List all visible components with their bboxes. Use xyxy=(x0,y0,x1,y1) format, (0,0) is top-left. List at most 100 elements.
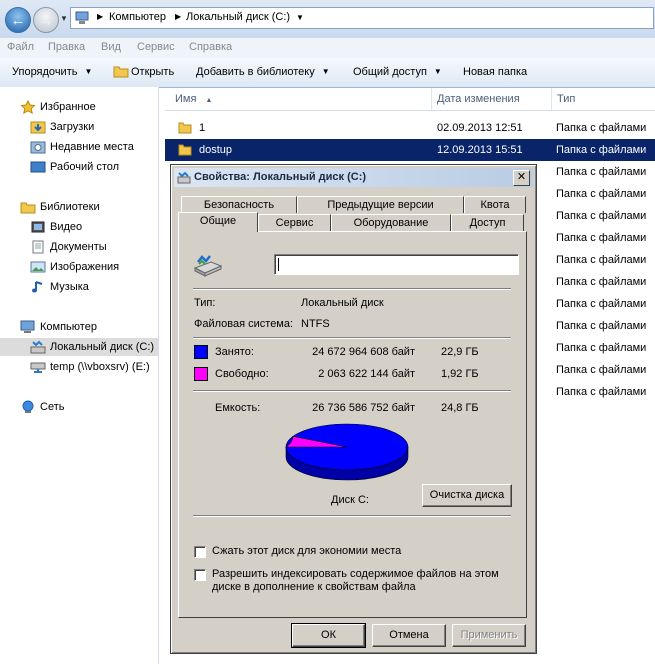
new-folder-button[interactable]: Новая папка xyxy=(463,66,527,78)
nav-video[interactable]: Видео xyxy=(30,218,82,236)
star-icon xyxy=(20,100,36,114)
divider xyxy=(193,288,511,290)
compress-drive-checkbox[interactable] xyxy=(194,546,206,558)
nav-music[interactable]: Музыка xyxy=(30,278,89,296)
dropdown-arrow-icon: ▼ xyxy=(321,67,330,76)
menu-file[interactable]: Файл xyxy=(7,41,34,53)
close-button[interactable]: ✕ xyxy=(513,170,530,186)
nav-libraries[interactable]: Библиотеки xyxy=(20,198,100,216)
column-name-label: Имя xyxy=(175,93,197,105)
desktop-icon xyxy=(30,161,46,173)
tab-quota[interactable]: Квота xyxy=(464,196,526,213)
compress-drive-label: Сжать этот диск для экономии места xyxy=(212,545,402,557)
nav-downloads[interactable]: Загрузки xyxy=(30,118,94,136)
free-label: Свободно: xyxy=(215,368,269,380)
dialog-title-bar[interactable]: Свойства: Локальный диск (C:) ✕ xyxy=(174,168,533,187)
tab-tools[interactable]: Сервис xyxy=(258,214,331,231)
tab-general[interactable]: Общие xyxy=(178,212,258,232)
nav-network[interactable]: Сеть xyxy=(20,398,64,416)
share-button[interactable]: Общий доступ ▼ xyxy=(353,66,442,78)
nav-label: Локальный диск (C:) xyxy=(50,341,155,353)
allow-indexing-label-line2: диске в дополнение к свойствам файла xyxy=(212,581,416,593)
hard-drive-icon xyxy=(30,340,46,354)
menu-view[interactable]: Вид xyxy=(101,41,121,53)
nav-label: Загрузки xyxy=(50,121,95,133)
menu-help[interactable]: Справка xyxy=(189,41,232,53)
nav-favorites[interactable]: Избранное xyxy=(20,98,96,116)
drive-name-input[interactable] xyxy=(274,254,519,275)
nav-local-disk-c[interactable]: Локальный диск (C:) xyxy=(0,338,158,356)
file-name: 1 xyxy=(199,122,206,134)
properties-dialog: Свойства: Локальный диск (C:) ✕ Безопасн… xyxy=(170,164,537,654)
address-bar[interactable]: ▶ Компьютер ▶ Локальный диск (C:) ▼ xyxy=(70,7,654,29)
hard-drive-icon xyxy=(177,171,191,184)
file-type: Папка с файлами xyxy=(556,210,647,222)
nav-label: Документы xyxy=(50,241,107,253)
divider xyxy=(193,515,511,517)
file-type: Папка с файлами xyxy=(556,320,647,332)
free-gb: 1,92 ГБ xyxy=(441,368,479,380)
arrow-left-icon: ← xyxy=(10,11,26,29)
disk-cleanup-button[interactable]: Очистка диска xyxy=(422,484,512,507)
file-row[interactable]: dostup 12.09.2013 15:51 Папка с файлами xyxy=(165,139,655,161)
used-label: Занято: xyxy=(215,346,254,358)
add-to-library-button[interactable]: Добавить в библиотеку ▼ xyxy=(196,66,330,78)
nav-pictures[interactable]: Изображения xyxy=(30,258,119,276)
general-tab-panel: Тип: Локальный диск Файловая система: NT… xyxy=(178,231,527,618)
filesystem-value: NTFS xyxy=(301,318,330,330)
nav-temp-network-drive[interactable]: temp (\\vboxsrv) (E:) xyxy=(30,358,150,376)
network-icon xyxy=(22,400,34,413)
library-icon xyxy=(20,202,36,214)
type-value: Локальный диск xyxy=(301,297,384,309)
nav-desktop[interactable]: Рабочий стол xyxy=(30,158,119,176)
forward-button[interactable]: → xyxy=(33,7,59,33)
file-type: Папка с файлами xyxy=(556,276,647,288)
menu-edit[interactable]: Правка xyxy=(48,41,85,53)
file-name: dostup xyxy=(199,144,233,156)
column-date[interactable]: Дата изменения xyxy=(431,88,551,110)
chevron-down-icon[interactable]: ▼ xyxy=(296,13,304,22)
dropdown-arrow-icon: ▼ xyxy=(84,67,93,76)
file-date: 12.09.2013 15:51 xyxy=(437,144,523,156)
capacity-gb: 24,8 ГБ xyxy=(441,402,479,414)
recent-pages-chevron-icon[interactable]: ▼ xyxy=(60,14,68,23)
breadcrumb-local-disk[interactable]: Локальный диск (C:) xyxy=(186,11,290,23)
command-bar: Упорядочить ▼ Открыть Добавить в библиоте… xyxy=(0,58,655,88)
nav-documents[interactable]: Документы xyxy=(30,238,107,256)
nav-label: Компьютер xyxy=(40,321,97,333)
menu-bar: Файл Правка Вид Сервис Справка xyxy=(0,38,655,58)
nav-recent-places[interactable]: Недавние места xyxy=(30,138,134,156)
sort-ascending-icon: ▲ xyxy=(205,97,213,104)
tab-hardware[interactable]: Оборудование xyxy=(331,214,451,231)
nav-label: Сеть xyxy=(40,401,65,413)
nav-computer[interactable]: Компьютер xyxy=(20,318,97,336)
file-type: Папка с файлами xyxy=(556,144,647,156)
capacity-bytes: 26 736 586 752 байт xyxy=(312,402,415,414)
column-name[interactable]: Имя ▲ xyxy=(169,88,431,110)
breadcrumb-computer[interactable]: Компьютер xyxy=(109,11,166,23)
share-label: Общий доступ xyxy=(353,66,427,78)
back-button[interactable]: ← xyxy=(5,7,31,33)
menu-tools[interactable]: Сервис xyxy=(137,41,175,53)
cancel-button[interactable]: Отмена xyxy=(372,624,446,647)
file-row[interactable]: 1 02.09.2013 12:51 Папка с файлами xyxy=(165,117,655,139)
free-bytes: 2 063 622 144 байт xyxy=(318,368,415,380)
allow-indexing-checkbox[interactable] xyxy=(194,569,206,581)
network-drive-icon xyxy=(30,362,46,373)
nav-label: Библиотеки xyxy=(40,201,100,213)
nav-label: Избранное xyxy=(40,101,96,113)
open-button[interactable]: Открыть xyxy=(113,64,174,78)
tab-sharing[interactable]: Доступ xyxy=(451,214,524,231)
downloads-folder-icon xyxy=(30,121,46,134)
dropdown-arrow-icon: ▼ xyxy=(433,67,442,76)
tab-previous-versions[interactable]: Предыдущие версии xyxy=(297,196,464,213)
column-type[interactable]: Тип xyxy=(551,88,655,110)
file-type: Папка с файлами xyxy=(556,254,647,266)
tab-security[interactable]: Безопасность xyxy=(181,196,297,213)
capacity-label: Емкость: xyxy=(215,402,261,414)
apply-button[interactable]: Применить xyxy=(452,624,526,647)
navigation-pane: Избранное Загрузки Недавние места Рабочи… xyxy=(0,87,159,664)
ok-button[interactable]: ОК xyxy=(291,623,366,648)
drive-icon xyxy=(193,255,223,277)
organize-button[interactable]: Упорядочить ▼ xyxy=(12,66,92,78)
